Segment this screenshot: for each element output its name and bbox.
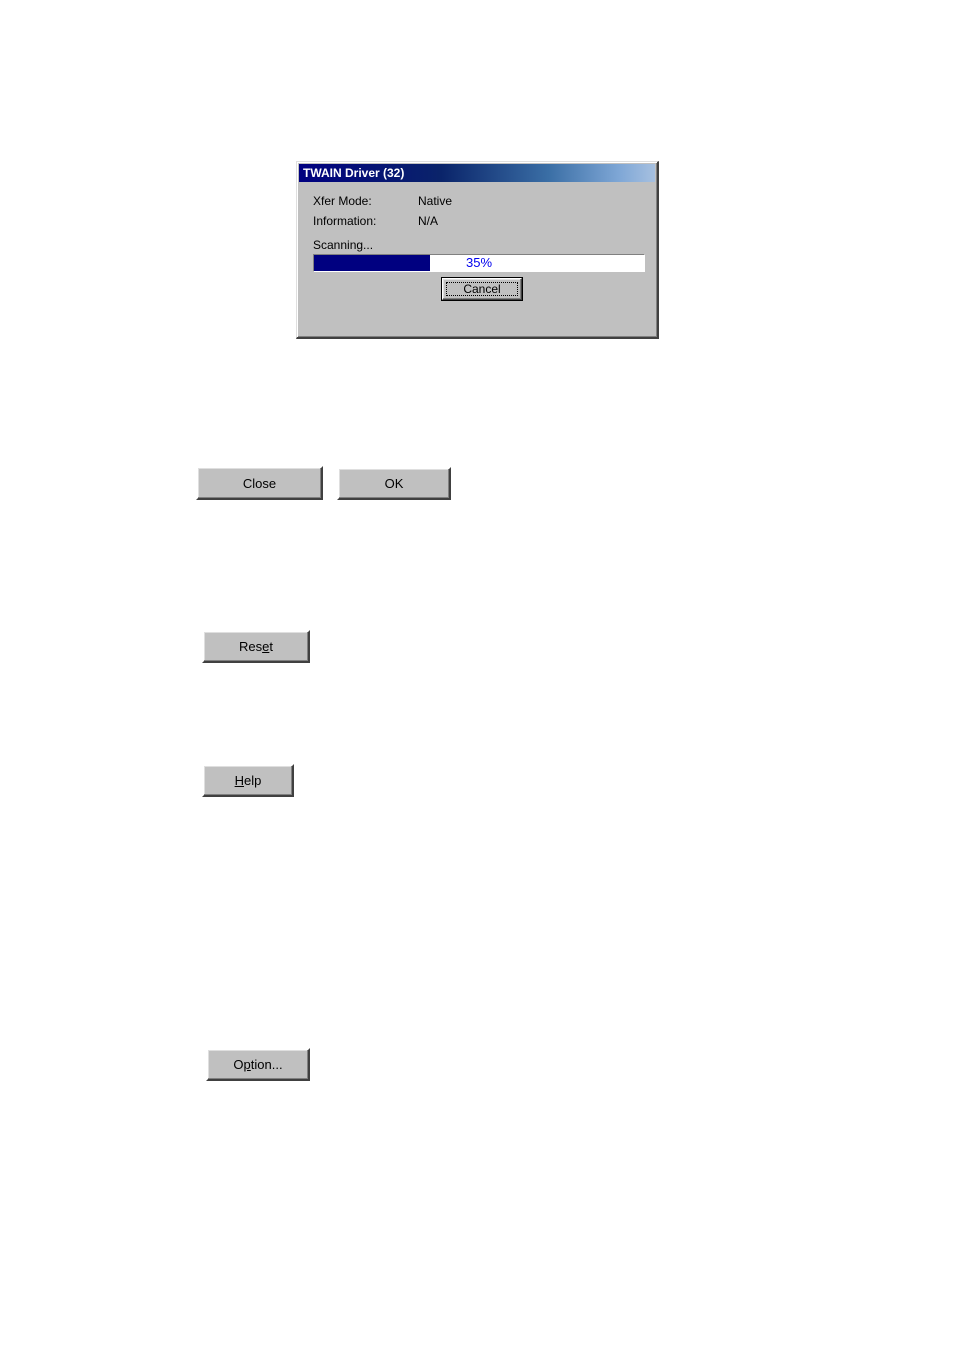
scan-progress-bar: 35%: [313, 254, 645, 272]
option-button[interactable]: Option...: [206, 1048, 310, 1081]
ok-button[interactable]: OK: [337, 467, 451, 500]
xfer-mode-label: Xfer Mode:: [313, 194, 418, 208]
close-button-label: Close: [243, 476, 276, 491]
information-label: Information:: [313, 214, 418, 228]
ok-button-label: OK: [385, 476, 404, 491]
reset-button[interactable]: Reset: [202, 630, 310, 663]
close-button[interactable]: Close: [196, 466, 323, 500]
xfer-mode-value: Native: [418, 194, 452, 208]
scanning-label: Scanning...: [313, 238, 651, 252]
progress-percent: 35%: [314, 255, 644, 271]
cancel-button[interactable]: Cancel: [442, 278, 522, 300]
dialog-titlebar: TWAIN Driver (32): [299, 164, 655, 182]
dialog-title: TWAIN Driver (32): [303, 166, 404, 180]
help-button[interactable]: Help: [202, 764, 294, 797]
cancel-button-label: Cancel: [463, 282, 500, 296]
twain-driver-dialog: TWAIN Driver (32) Xfer Mode: Native Info…: [296, 161, 659, 339]
information-value: N/A: [418, 214, 438, 228]
